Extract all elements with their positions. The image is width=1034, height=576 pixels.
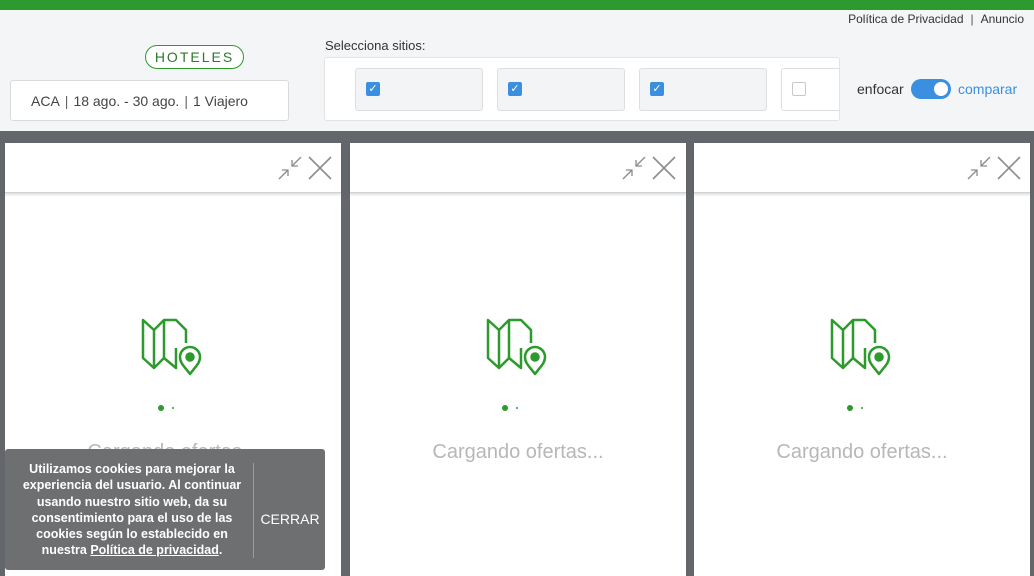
- travel-dates: 18 ago. - 30 ago.: [73, 93, 180, 109]
- site-checkbox-4[interactable]: [792, 82, 806, 96]
- sites-label: Selecciona sitios:: [325, 38, 426, 53]
- travelers: 1 Viajero: [192, 93, 248, 109]
- hotels-category-pill[interactable]: HOTELES: [145, 45, 244, 69]
- compress-arrows-icon[interactable]: [621, 155, 647, 181]
- map-pin-icon: [830, 318, 891, 376]
- toggle-knob: [934, 82, 948, 96]
- site-checkbox-3[interactable]: ✓: [650, 82, 664, 96]
- focus-compare-toggle[interactable]: [911, 79, 951, 99]
- destination: ACA: [31, 93, 60, 109]
- cookie-divider: [253, 463, 254, 558]
- header: Política de Privacidad | Anuncio HOTELES A…: [0, 10, 1034, 131]
- link-separator: |: [970, 12, 974, 26]
- compress-arrows-icon[interactable]: [277, 155, 303, 181]
- close-x-icon[interactable]: [307, 155, 333, 181]
- panel-header: [5, 143, 341, 193]
- close-x-icon[interactable]: [996, 155, 1022, 181]
- loading-text: Cargando ofertas...: [432, 441, 604, 463]
- top-links: Política de Privacidad | Anuncio: [848, 12, 1024, 26]
- compare-label[interactable]: comparar: [958, 81, 1017, 97]
- map-pin-icon: [486, 318, 547, 376]
- summary-separator: |: [64, 93, 69, 109]
- cookie-close-button[interactable]: CERRAR: [259, 511, 321, 527]
- cookie-banner: Utilizamos cookies para mejorar la exper…: [5, 449, 325, 570]
- loading-dots: [847, 405, 877, 413]
- results-panel-2: Cargando ofertas...: [350, 143, 686, 576]
- panel-header: [694, 143, 1030, 193]
- summary-separator: |: [184, 93, 188, 109]
- search-summary[interactable]: ACA | 18 ago. - 30 ago. | 1 Viajero: [10, 80, 289, 121]
- ad-link[interactable]: Anuncio: [981, 12, 1024, 26]
- results-panel-3: Cargando ofertas...: [694, 143, 1030, 576]
- loading-dots: [158, 405, 188, 413]
- site-option-3[interactable]: ✓: [639, 68, 767, 111]
- site-checkbox-1[interactable]: ✓: [366, 82, 380, 96]
- panel-header: [350, 143, 686, 193]
- brand-top-bar: [0, 0, 1034, 10]
- cookie-text: Utilizamos cookies para mejorar la exper…: [15, 461, 249, 559]
- focus-label: enfocar: [857, 81, 904, 97]
- sites-selector: ✓ ✓ ✓: [324, 57, 840, 121]
- site-option-4[interactable]: [781, 68, 839, 111]
- site-option-2[interactable]: ✓: [497, 68, 625, 111]
- cookie-period: .: [218, 543, 223, 558]
- site-checkbox-2[interactable]: ✓: [508, 82, 522, 96]
- map-pin-icon: [141, 318, 202, 376]
- cookie-privacy-link[interactable]: Política de privacidad: [90, 543, 219, 557]
- compress-arrows-icon[interactable]: [966, 155, 992, 181]
- close-x-icon[interactable]: [651, 155, 677, 181]
- privacy-policy-link[interactable]: Política de Privacidad: [848, 12, 963, 26]
- site-option-1[interactable]: ✓: [355, 68, 483, 111]
- loading-dots: [502, 405, 532, 413]
- loading-text: Cargando ofertas...: [776, 441, 948, 463]
